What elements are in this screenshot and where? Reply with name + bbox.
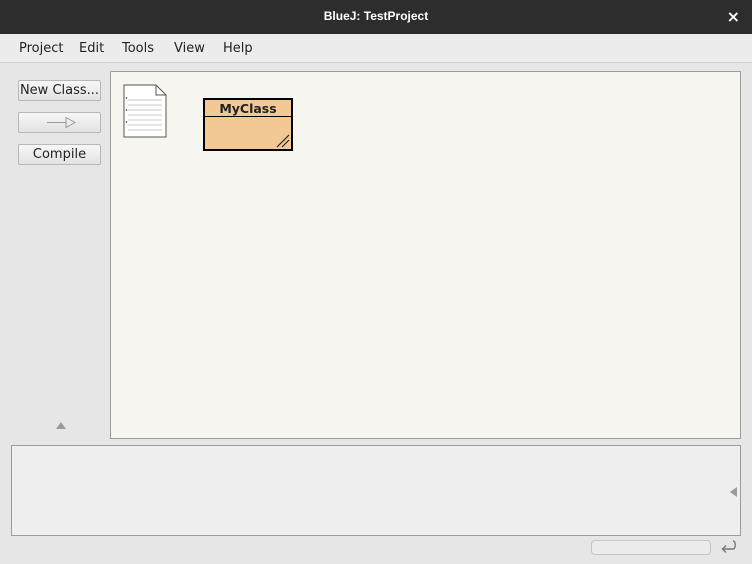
- menu-tools[interactable]: Tools: [122, 41, 154, 56]
- resize-grip-icon[interactable]: [276, 134, 290, 148]
- menu-help[interactable]: Help: [223, 41, 253, 56]
- return-arrow-icon[interactable]: [718, 538, 738, 556]
- menu-project[interactable]: Project: [19, 41, 63, 56]
- class-separator: [205, 116, 291, 117]
- progress-bar: [591, 540, 711, 555]
- terminal-panel[interactable]: [11, 445, 741, 536]
- tool-sidebar: New Class... Compile: [0, 63, 110, 441]
- class-myclass[interactable]: MyClass: [203, 98, 293, 151]
- compile-button[interactable]: Compile: [18, 144, 101, 165]
- menu-edit[interactable]: Edit: [79, 41, 104, 56]
- bluej-window: BlueJ: TestProject × Project Edit Tools …: [0, 0, 752, 564]
- class-name: MyClass: [219, 101, 277, 116]
- window-title: BlueJ: TestProject: [323, 9, 429, 23]
- inheritance-arrow-icon: [47, 116, 77, 129]
- menu-bar: Project Edit Tools View Help: [0, 34, 752, 63]
- inheritance-arrow-button[interactable]: [18, 112, 101, 133]
- close-button[interactable]: ×: [727, 7, 740, 26]
- triangle-up-icon[interactable]: [55, 421, 67, 431]
- class-diagram-canvas[interactable]: MyClass: [110, 71, 741, 439]
- triangle-left-icon[interactable]: [728, 486, 738, 498]
- readme-document-icon[interactable]: [123, 84, 167, 138]
- title-bar[interactable]: BlueJ: TestProject ×: [0, 0, 752, 34]
- menu-view[interactable]: View: [174, 41, 205, 56]
- new-class-button[interactable]: New Class...: [18, 80, 101, 101]
